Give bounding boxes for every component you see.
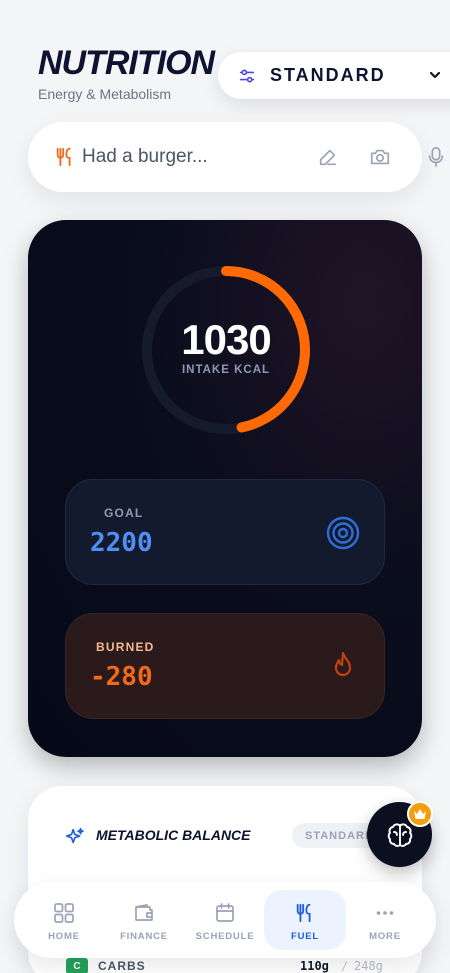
crown-icon — [414, 809, 426, 819]
camera-icon[interactable] — [369, 146, 391, 168]
food-log-input[interactable] — [82, 144, 282, 170]
goal-value: 2200 — [90, 528, 153, 558]
food-log-bar — [28, 122, 422, 192]
mode-select-value: STANDARD — [270, 65, 386, 85]
metabolic-balance-title: METABOLIC BALANCE — [96, 827, 251, 843]
page-subtitle: Energy & Metabolism — [38, 86, 172, 102]
pencil-icon[interactable] — [317, 146, 339, 168]
burned-value: -280 — [90, 662, 153, 692]
microphone-icon[interactable] — [426, 146, 446, 168]
fork-knife-icon — [296, 903, 311, 923]
nav-item-finance[interactable]: FINANCE — [103, 890, 185, 950]
flame-icon — [334, 651, 352, 677]
carbs-goal: 248g — [354, 959, 383, 973]
premium-badge — [407, 801, 433, 827]
wallet-icon — [135, 904, 153, 921]
nav-label-fuel: FUEL — [290, 931, 319, 942]
goal-stat: GOAL 2200 — [65, 479, 385, 585]
page-title: NUTRITION — [38, 44, 215, 82]
intake-card: 1030 INTAKE KCAL GOAL 2200 BURNED -280 — [28, 220, 422, 757]
burned-label: BURNED — [96, 640, 155, 654]
carbs-name: CARBS — [98, 959, 146, 973]
nav-label-finance: FINANCE — [120, 931, 168, 942]
grid-icon — [54, 903, 74, 923]
sliders-icon — [239, 69, 255, 82]
burned-stat: BURNED -280 — [65, 613, 385, 719]
nav-item-more[interactable]: MORE — [344, 890, 426, 950]
target-icon — [326, 516, 360, 550]
chevron-down-icon — [429, 71, 441, 79]
nav-label-home: HOME — [48, 931, 80, 942]
nav-item-schedule[interactable]: SCHEDULE — [184, 890, 266, 950]
calendar-icon — [216, 903, 234, 922]
carbs-amount: 110g — [300, 959, 329, 973]
macro-row-carbs: C CARBS 110g / 248g — [66, 958, 396, 973]
nav-label-more: MORE — [369, 931, 401, 942]
carbs-letter-badge: C — [66, 958, 88, 973]
nav-label-schedule: SCHEDULE — [195, 931, 255, 942]
bottom-nav: HOME FINANCE SCHEDULE FUEL MORE — [14, 882, 436, 958]
mode-select[interactable]: STANDARD — [218, 52, 450, 99]
assistant-button[interactable] — [367, 801, 433, 867]
carbs-separator: / — [341, 959, 349, 973]
sparkles-icon — [65, 827, 84, 844]
nav-item-fuel[interactable]: FUEL — [264, 890, 346, 950]
dots-icon — [376, 911, 394, 915]
nav-item-home[interactable]: HOME — [23, 890, 105, 950]
goal-label: GOAL — [104, 506, 144, 520]
intake-value: 1030 — [181, 316, 271, 363]
fork-knife-icon — [56, 147, 71, 167]
intake-label: INTAKE KCAL — [181, 364, 271, 376]
